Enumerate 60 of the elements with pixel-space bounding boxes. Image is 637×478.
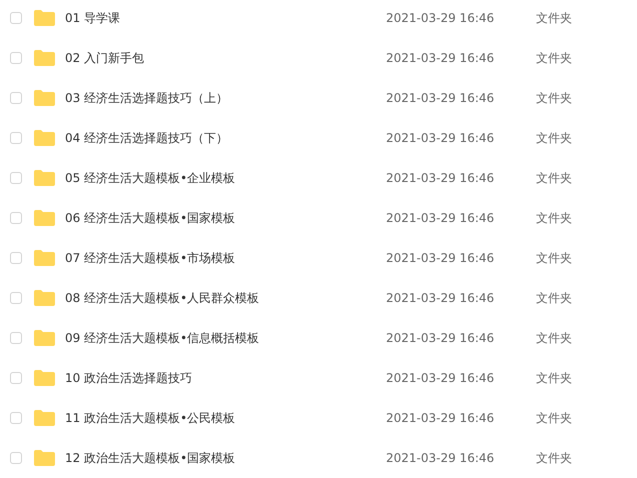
modified-date: 2021-03-29 16:46	[386, 211, 496, 225]
folder-icon	[34, 450, 55, 466]
checkbox[interactable]	[10, 452, 22, 464]
file-name[interactable]: 08 经济生活大题模板•人民群众模板	[65, 290, 385, 306]
file-name[interactable]: 06 经济生活大题模板•国家模板	[65, 210, 385, 226]
modified-date: 2021-03-29 16:46	[386, 331, 496, 345]
modified-date: 2021-03-29 16:46	[386, 451, 496, 465]
folder-icon	[34, 10, 55, 26]
file-type: 文件夹	[536, 370, 572, 386]
modified-date: 2021-03-29 16:46	[386, 131, 496, 145]
checkbox[interactable]	[10, 372, 22, 384]
folder-icon	[34, 410, 55, 426]
file-name[interactable]: 05 经济生活大题模板•企业模板	[65, 170, 385, 186]
file-name[interactable]: 03 经济生活选择题技巧（上）	[65, 90, 385, 106]
checkbox[interactable]	[10, 92, 22, 104]
modified-date: 2021-03-29 16:46	[386, 251, 496, 265]
checkbox[interactable]	[10, 292, 22, 304]
checkbox[interactable]	[10, 172, 22, 184]
file-type: 文件夹	[536, 330, 572, 346]
checkbox[interactable]	[10, 52, 22, 64]
folder-icon	[34, 130, 55, 146]
file-name[interactable]: 04 经济生活选择题技巧（下）	[65, 130, 385, 146]
modified-date: 2021-03-29 16:46	[386, 11, 496, 25]
file-name[interactable]: 01 导学课	[65, 10, 385, 26]
folder-icon	[34, 170, 55, 186]
file-type: 文件夹	[536, 450, 572, 466]
checkbox[interactable]	[10, 12, 22, 24]
file-type: 文件夹	[536, 290, 572, 306]
file-name[interactable]: 10 政治生活选择题技巧	[65, 370, 385, 386]
folder-icon	[34, 210, 55, 226]
folder-icon	[34, 250, 55, 266]
file-name[interactable]: 09 经济生活大题模板•信息概括模板	[65, 330, 385, 346]
file-type: 文件夹	[536, 410, 572, 426]
checkbox[interactable]	[10, 212, 22, 224]
folder-icon	[34, 370, 55, 386]
modified-date: 2021-03-29 16:46	[386, 411, 496, 425]
file-type: 文件夹	[536, 170, 572, 186]
folder-icon	[34, 90, 55, 106]
file-name[interactable]: 11 政治生活大题模板•公民模板	[65, 410, 385, 426]
folder-icon	[34, 50, 55, 66]
folder-icon	[34, 290, 55, 306]
modified-date: 2021-03-29 16:46	[386, 171, 496, 185]
folder-icon	[34, 330, 55, 346]
checkbox[interactable]	[10, 252, 22, 264]
file-type: 文件夹	[536, 50, 572, 66]
file-name[interactable]: 07 经济生活大题模板•市场模板	[65, 250, 385, 266]
file-type: 文件夹	[536, 10, 572, 26]
file-type: 文件夹	[536, 210, 572, 226]
modified-date: 2021-03-29 16:46	[386, 91, 496, 105]
modified-date: 2021-03-29 16:46	[386, 51, 496, 65]
file-type: 文件夹	[536, 90, 572, 106]
modified-date: 2021-03-29 16:46	[386, 291, 496, 305]
file-type: 文件夹	[536, 130, 572, 146]
file-type: 文件夹	[536, 250, 572, 266]
checkbox[interactable]	[10, 332, 22, 344]
modified-date: 2021-03-29 16:46	[386, 371, 496, 385]
checkbox[interactable]	[10, 132, 22, 144]
checkbox[interactable]	[10, 412, 22, 424]
file-name[interactable]: 02 入门新手包	[65, 50, 385, 66]
file-name[interactable]: 12 政治生活大题模板•国家模板	[65, 450, 385, 466]
